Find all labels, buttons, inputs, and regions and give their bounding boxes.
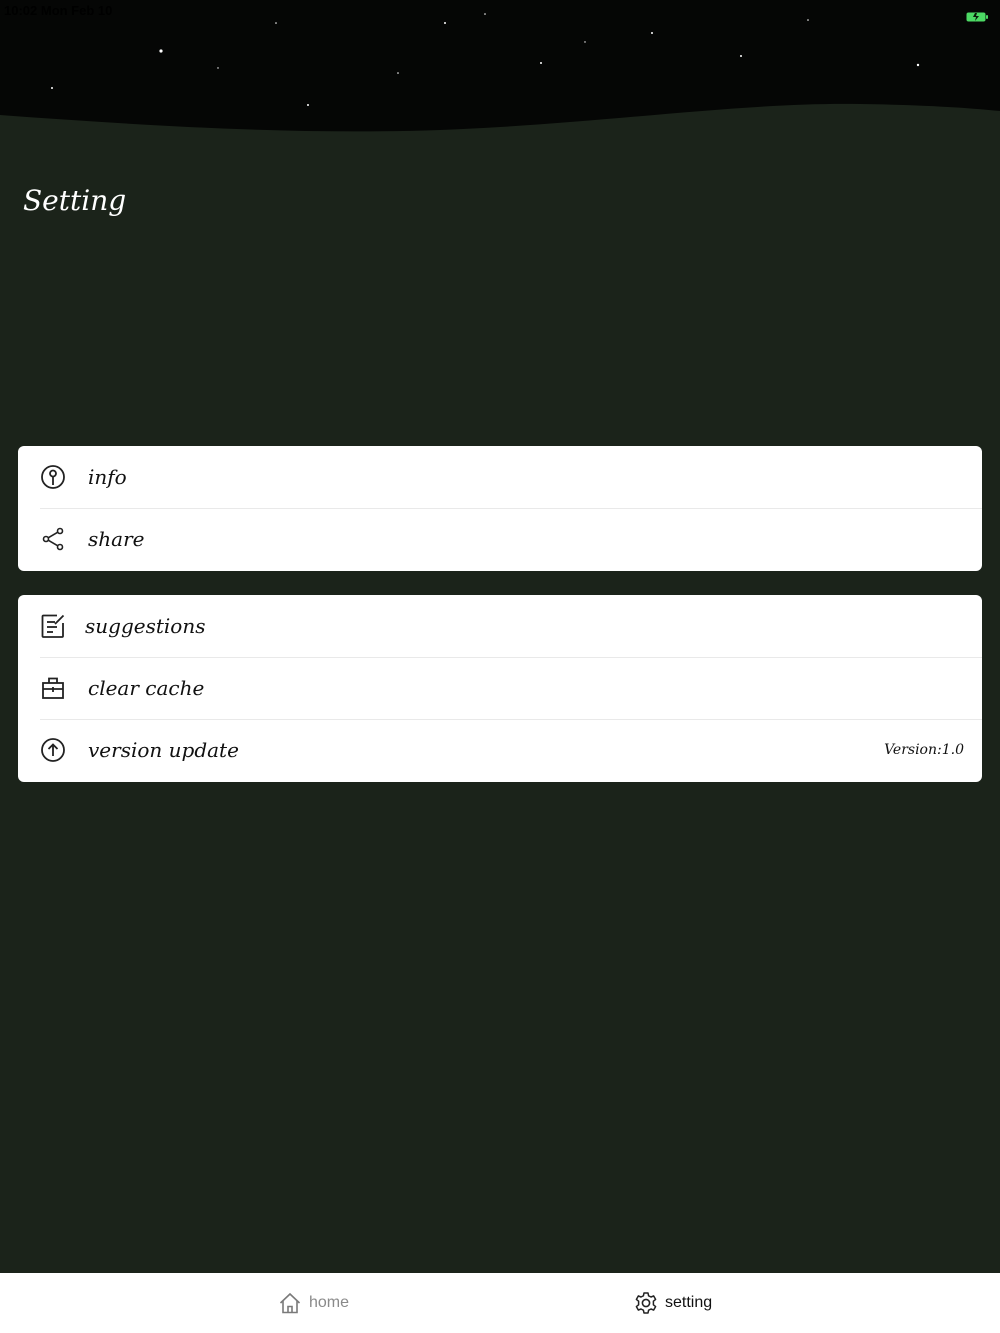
briefcase-icon bbox=[40, 675, 66, 701]
settings-group-general: info share bbox=[18, 446, 982, 571]
settings-group-app: suggestions clear cache version update V… bbox=[18, 595, 982, 782]
tab-home[interactable]: home bbox=[278, 1289, 349, 1317]
battery-icon bbox=[966, 7, 988, 22]
page-title: Setting bbox=[23, 184, 127, 217]
tab-bar: home setting bbox=[0, 1273, 1000, 1333]
gear-icon bbox=[634, 1291, 658, 1315]
info-icon bbox=[40, 464, 66, 490]
row-version-update[interactable]: version update Version:1.0 bbox=[18, 719, 982, 781]
share-icon bbox=[40, 526, 66, 552]
row-suggestions[interactable]: suggestions bbox=[18, 595, 982, 657]
version-value: Version:1.0 bbox=[884, 742, 964, 758]
row-clear-cache-label: clear cache bbox=[88, 676, 205, 700]
upload-circle-icon bbox=[40, 737, 66, 763]
row-suggestions-label: suggestions bbox=[85, 614, 206, 638]
edit-note-icon bbox=[40, 613, 66, 639]
row-share-label: share bbox=[88, 527, 145, 551]
tab-home-label: home bbox=[309, 1294, 350, 1311]
tab-setting[interactable]: setting bbox=[634, 1289, 712, 1317]
status-bar: 10:02 Mon Feb 10 bbox=[0, 0, 1000, 24]
row-info[interactable]: info bbox=[18, 446, 982, 508]
tab-setting-label: setting bbox=[665, 1294, 713, 1311]
status-time: 10:02 Mon Feb 10 bbox=[4, 3, 113, 18]
row-info-label: info bbox=[88, 465, 127, 489]
row-version-update-label: version update bbox=[88, 738, 239, 762]
row-clear-cache[interactable]: clear cache bbox=[18, 657, 982, 719]
home-icon bbox=[278, 1291, 302, 1315]
row-share[interactable]: share bbox=[18, 508, 982, 570]
